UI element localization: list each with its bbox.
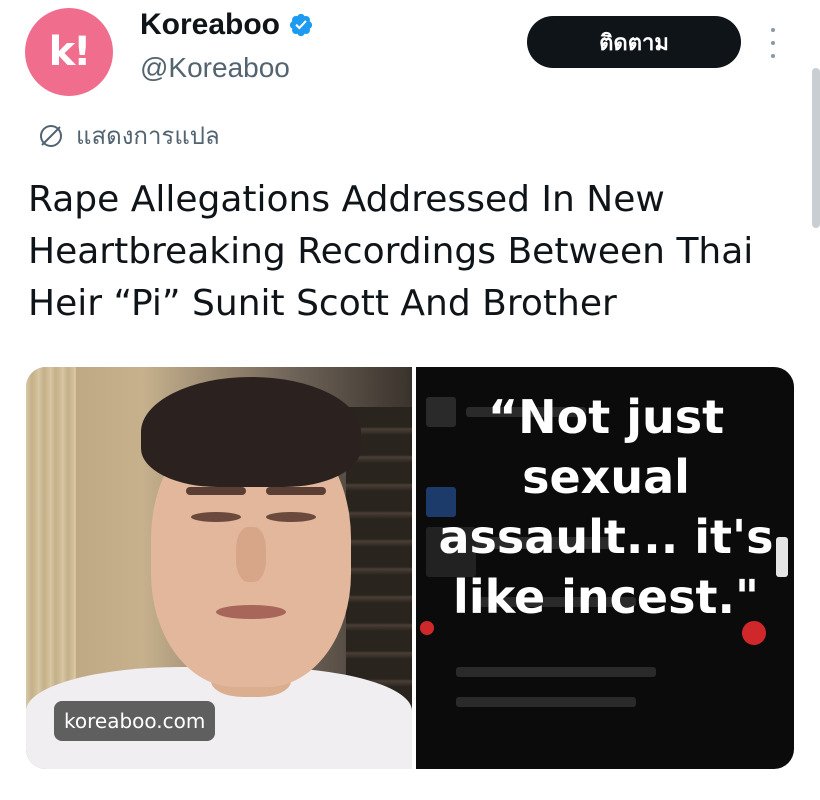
scrollbar[interactable]	[812, 68, 820, 228]
translate-globe-icon	[40, 124, 62, 147]
more-options-icon[interactable]	[766, 28, 780, 58]
verified-badge-icon	[289, 13, 313, 37]
name-row: Koreaboo	[140, 8, 314, 42]
more-dot	[771, 28, 775, 32]
nose	[236, 527, 266, 582]
left-eye	[191, 512, 241, 522]
blurred-element	[456, 667, 656, 677]
avatar[interactable]: k!	[25, 8, 113, 96]
more-dot	[771, 54, 775, 58]
right-brow	[266, 487, 326, 495]
quote-image[interactable]: “Not just sexual assault... it's like in…	[416, 367, 794, 769]
right-eye	[266, 512, 316, 522]
blurred-element	[776, 537, 788, 577]
more-dot	[771, 41, 775, 45]
source-watermark: koreaboo.com	[54, 701, 216, 741]
account-handle[interactable]: @Koreaboo	[140, 52, 290, 84]
photo-crying-man[interactable]: koreaboo.com	[26, 367, 412, 769]
tweet-text: Rape Allegations Addressed In New Heartb…	[28, 179, 754, 324]
blurred-record-dot	[420, 621, 434, 635]
tweet-card: k! Koreaboo @Koreaboo ติดตาม แสดงการแปล …	[0, 0, 820, 800]
show-translation-label: แสดงการแปล	[76, 122, 220, 150]
mouth	[216, 605, 286, 619]
left-brow	[186, 487, 246, 495]
avatar-logo: k!	[48, 29, 92, 75]
hair	[141, 377, 361, 487]
tweet-media[interactable]: koreaboo.com “Not just sexual assault...…	[26, 367, 794, 769]
quote-text: “Not just sexual assault... it's like in…	[438, 390, 774, 624]
display-name[interactable]: Koreaboo	[140, 8, 280, 42]
blurred-element	[456, 697, 636, 707]
show-translation-link[interactable]: แสดงการแปล	[36, 116, 220, 155]
follow-button[interactable]: ติดตาม	[527, 16, 741, 68]
